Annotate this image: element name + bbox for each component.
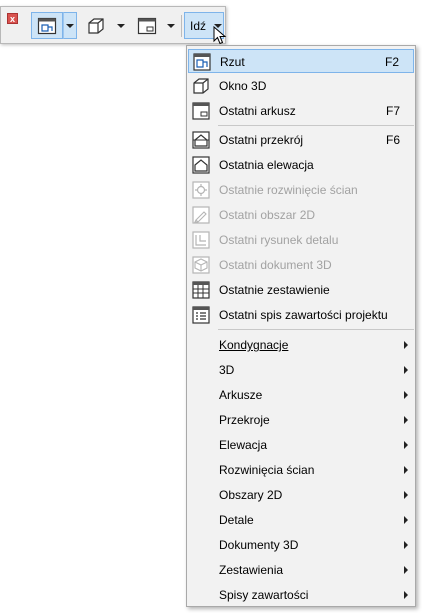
floor-plan-icon — [193, 53, 211, 71]
chevron-right-icon — [404, 391, 408, 399]
chevron-right-icon — [404, 516, 408, 524]
chevron-right-icon — [404, 541, 408, 549]
menu-item-last-layout[interactable]: Ostatni arkusz F7 — [188, 99, 414, 123]
submenu-project-indexes[interactable]: Spisy zawartości — [188, 583, 414, 607]
menu-separator — [218, 329, 414, 330]
3d-window-dropdown[interactable] — [114, 12, 128, 39]
detail-icon — [192, 231, 210, 249]
submenu-3d-documents[interactable]: Dokumenty 3D — [188, 533, 414, 557]
floor-plan-dropdown[interactable] — [63, 12, 77, 39]
navigator-toolbar: x Idź — [0, 6, 226, 44]
submenu-layouts[interactable]: Arkusze — [188, 383, 414, 407]
interior-elevation-icon — [192, 181, 210, 199]
toolbar-separator — [181, 15, 182, 37]
layout-sheet-icon — [137, 17, 157, 34]
access-key: Kondygnacje — [219, 338, 289, 352]
submenu-sections[interactable]: Przekroje — [188, 408, 414, 432]
menu-item-floor-plan[interactable]: Rzut F2 — [188, 49, 414, 73]
chevron-right-icon — [404, 491, 408, 499]
go-button-label: Idź — [190, 18, 207, 33]
menu-item-3d-window[interactable]: Okno 3D — [188, 74, 414, 98]
worksheet-icon — [192, 206, 210, 224]
menu-item-last-worksheet: Ostatni obszar 2D — [188, 203, 414, 227]
floor-plan-icon — [37, 17, 57, 34]
3d-document-icon — [192, 256, 210, 274]
submenu-worksheets[interactable]: Obszary 2D — [188, 483, 414, 507]
submenu-interior-elevations[interactable]: Rozwinięcia ścian — [188, 458, 414, 482]
menu-item-last-elevation[interactable]: Ostatnia elewacja — [188, 153, 414, 177]
go-menu: Rzut F2 Okno 3D Ostatni arkusz F7 Ostatn… — [186, 45, 416, 607]
menu-item-last-schedule[interactable]: Ostatnie zestawienie — [188, 278, 414, 302]
schedule-icon — [192, 281, 210, 299]
close-icon[interactable]: x — [7, 13, 18, 24]
3d-window-icon — [193, 78, 209, 94]
menu-item-last-section[interactable]: Ostatni przekrój F6 — [188, 128, 414, 152]
chevron-right-icon — [404, 416, 408, 424]
menu-item-last-3d-document: Ostatni dokument 3D — [188, 253, 414, 277]
menu-item-last-detail: Ostatni rysunek detalu — [188, 228, 414, 252]
project-index-icon — [192, 306, 210, 324]
elevation-icon — [192, 156, 210, 174]
floor-plan-button[interactable] — [31, 12, 63, 39]
chevron-right-icon — [404, 441, 408, 449]
mouse-cursor-icon — [213, 26, 227, 45]
submenu-elevations[interactable]: Elewacja — [188, 433, 414, 457]
submenu-schedules[interactable]: Zestawienia — [188, 558, 414, 582]
menu-separator — [218, 125, 414, 126]
chevron-right-icon — [404, 466, 408, 474]
layout-sheet-icon — [192, 102, 210, 120]
section-icon — [192, 131, 210, 149]
layout-button[interactable] — [134, 12, 160, 39]
layout-dropdown[interactable] — [164, 12, 178, 39]
3d-window-icon — [88, 17, 104, 34]
submenu-details[interactable]: Detale — [188, 508, 414, 532]
3d-window-button[interactable] — [83, 12, 109, 39]
submenu-3d[interactable]: 3D — [188, 358, 414, 382]
chevron-right-icon — [404, 566, 408, 574]
chevron-right-icon — [404, 366, 408, 374]
chevron-right-icon — [404, 591, 408, 599]
submenu-stories[interactable]: Kondygnacje — [188, 333, 414, 357]
chevron-right-icon — [404, 341, 408, 349]
menu-item-last-project-index[interactable]: Ostatni spis zawartości projektu — [188, 303, 414, 327]
menu-item-last-interior-elevation: Ostatnie rozwinięcie ścian — [188, 178, 414, 202]
